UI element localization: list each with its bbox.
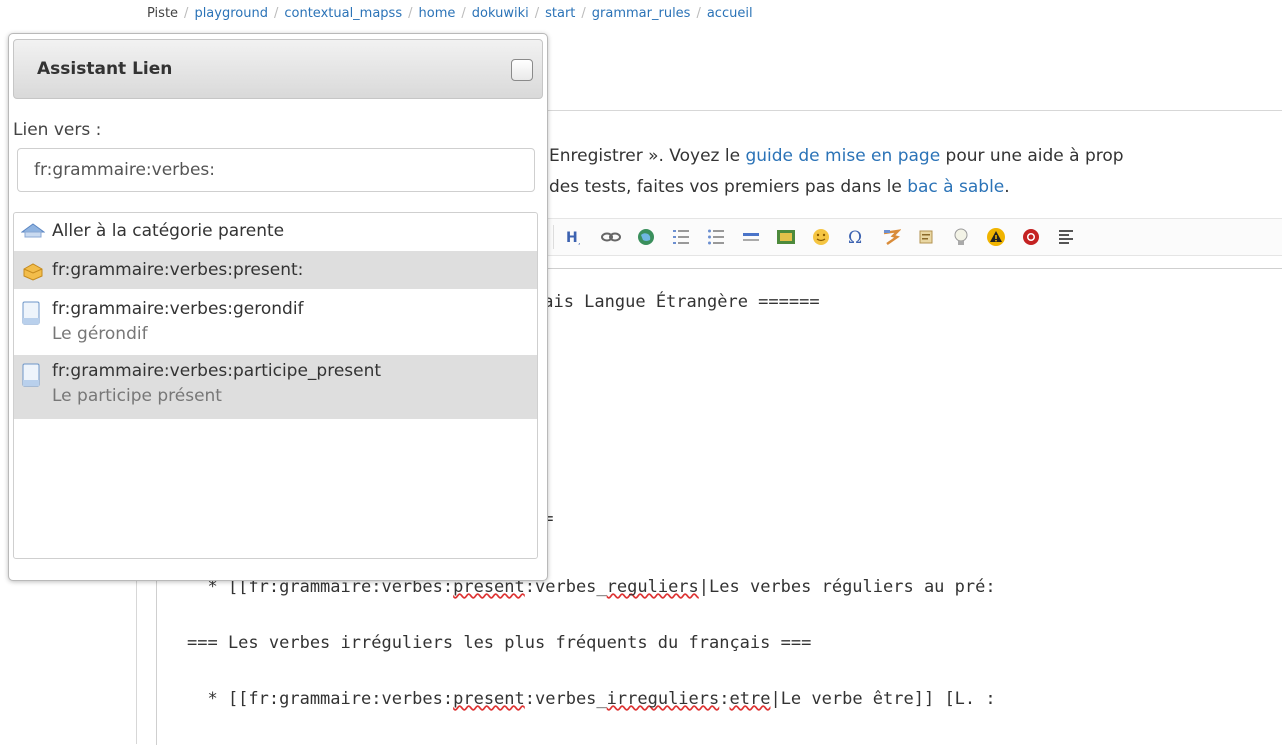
link-target-input[interactable] [17, 148, 535, 192]
globe-icon[interactable] [633, 224, 659, 250]
page-icon [21, 301, 41, 330]
result-label: fr:grammaire:verbes:present: [52, 260, 304, 280]
note-icon[interactable] [913, 224, 939, 250]
sandbox-link[interactable]: bac à sable [907, 177, 1004, 197]
edit-intro-text: Enregistrer ». Voyez le guide de mise en… [549, 141, 1124, 203]
result-label: Aller à la catégorie parente [52, 221, 285, 241]
breadcrumb: Piste / playground / contextual_mapss / home / d… [147, 6, 753, 21]
breadcrumb-link-start[interactable]: start [545, 6, 575, 21]
dialog-header[interactable]: Assistant Lien [13, 39, 543, 99]
breadcrumb-link-home[interactable]: home [419, 6, 456, 21]
page-icon [21, 363, 41, 392]
unordered-list-icon[interactable] [703, 224, 729, 250]
smiley-icon[interactable] [808, 224, 834, 250]
breadcrumb-label: Piste [147, 6, 179, 21]
intro-text: des tests, faites vos premiers pas dans … [549, 177, 908, 197]
result-label: fr:grammaire:verbes:gerondif [52, 299, 304, 319]
align-icon[interactable] [1053, 224, 1079, 250]
result-item[interactable]: fr:grammaire:verbes:gerondif Le gérondif [14, 291, 537, 355]
breadcrumb-link-dokuwiki[interactable]: dokuwiki [472, 6, 529, 21]
svg-text:H: H [566, 230, 578, 246]
intro-text: Enregistrer ». Voyez le [549, 146, 746, 166]
warning-icon[interactable] [983, 224, 1009, 250]
svg-text:Ω: Ω [848, 228, 862, 247]
editor-line: === Les verbes irréguliers les plus fréq… [187, 633, 812, 653]
breadcrumb-link-accueil[interactable]: accueil [707, 6, 753, 21]
result-parent-category[interactable]: Aller à la catégorie parente [14, 213, 537, 249]
heading-icon[interactable]: H, [563, 224, 589, 250]
intro-text: . [1004, 177, 1010, 197]
breadcrumb-link-contextual-mapss[interactable]: contextual_mapss [284, 6, 402, 21]
ordered-list-icon[interactable] [668, 224, 694, 250]
editor-line: * [[fr:grammaire:verbes:present:verbes_i… [187, 689, 996, 709]
result-label: fr:grammaire:verbes:participe_present [52, 361, 382, 381]
editor-line: çais Langue Étrangère ====== [533, 292, 820, 312]
breadcrumb-link-playground[interactable]: playground [194, 6, 268, 21]
svg-text:,: , [578, 237, 581, 246]
close-button[interactable] [511, 59, 533, 81]
result-item[interactable]: fr:grammaire:verbes:participe_present Le… [14, 355, 537, 419]
link-icon[interactable] [598, 224, 624, 250]
editor-toolbar: H, Ω [547, 218, 1282, 256]
image-icon[interactable] [773, 224, 799, 250]
dialog-title: Assistant Lien [37, 59, 173, 79]
signature-icon[interactable] [878, 224, 904, 250]
intro-text: pour une aide à prop [940, 146, 1124, 166]
link-wizard-dialog: Assistant Lien Lien vers : Aller à la ca… [8, 33, 548, 581]
breadcrumb-link-grammar-rules[interactable]: grammar_rules [592, 6, 691, 21]
link-to-label: Lien vers : [13, 120, 102, 140]
omega-icon[interactable]: Ω [843, 224, 869, 250]
result-description: Le participe présent [52, 386, 222, 406]
link-results-list: Aller à la catégorie parente fr:grammair… [13, 212, 538, 559]
horizontal-rule-icon[interactable] [738, 224, 764, 250]
result-description: Le gérondif [52, 324, 148, 344]
guide-link[interactable]: guide de mise en page [745, 146, 940, 166]
result-item[interactable]: fr:grammaire:verbes:present: [14, 251, 537, 289]
tip-icon[interactable] [948, 224, 974, 250]
folder-icon [21, 261, 45, 286]
up-arrow-icon [20, 222, 46, 245]
important-icon[interactable] [1018, 224, 1044, 250]
